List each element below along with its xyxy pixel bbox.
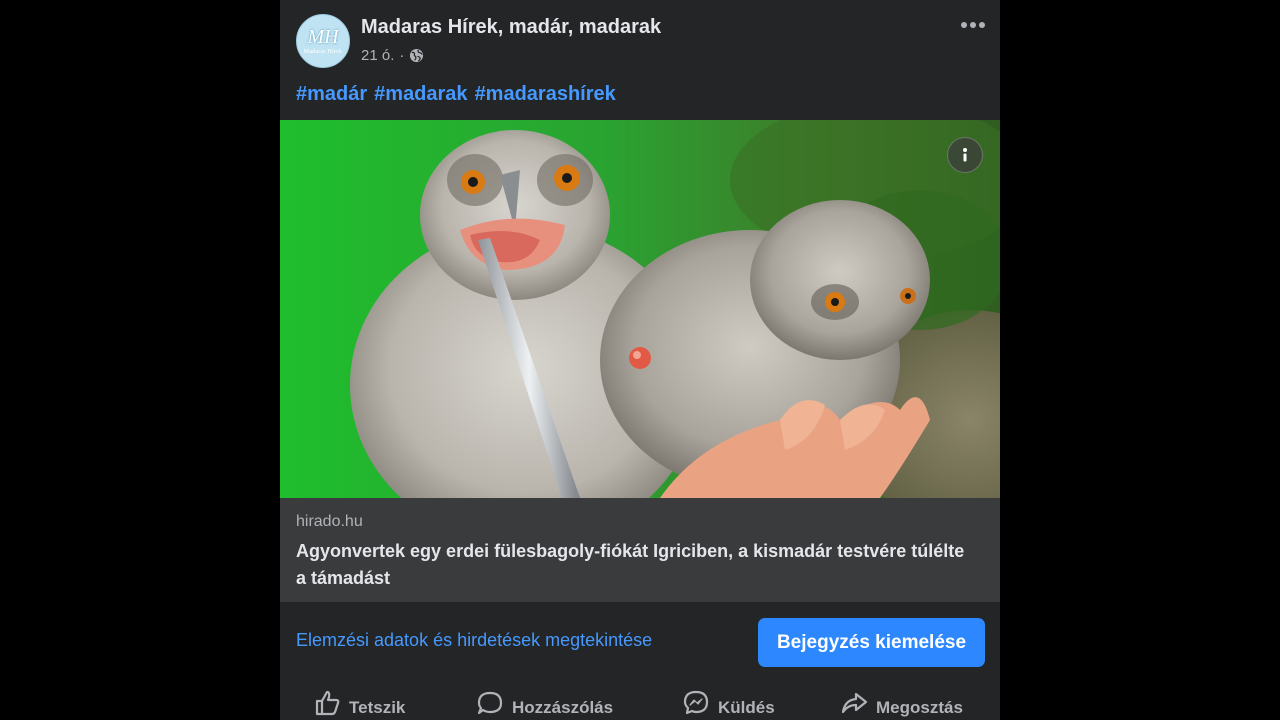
post-header: MH Madaras Hírek Madaras Hírek, madár, m… bbox=[280, 0, 1000, 75]
boost-post-button[interactable]: Bejegyzés kiemelése bbox=[758, 618, 985, 667]
hashtag-link[interactable]: #madarashírek bbox=[475, 83, 616, 106]
post-actions: Tetszik Hozzászólás Küldés Megosztás bbox=[280, 688, 1000, 720]
avatar-subtext: Madaras Hírek bbox=[303, 49, 343, 55]
comment-button[interactable]: Hozzászólás bbox=[476, 688, 613, 720]
like-label: Tetszik bbox=[349, 698, 406, 717]
post-photo[interactable] bbox=[280, 120, 1000, 498]
comment-label: Hozzászólás bbox=[512, 698, 614, 717]
link-preview-card[interactable]: hirado.hu Agyonvertek egy erdei fülesbag… bbox=[280, 498, 1000, 602]
hashtag-link[interactable]: #madarak bbox=[374, 83, 467, 106]
hashtag-link[interactable]: #madár bbox=[296, 83, 367, 106]
globe-icon bbox=[410, 48, 424, 62]
page-name[interactable]: Madaras Hírek, madár, madarak bbox=[361, 16, 661, 39]
more-dots-icon bbox=[961, 22, 985, 28]
comment-icon bbox=[477, 691, 503, 715]
post-meta: 21 ó. · bbox=[361, 46, 424, 64]
share-button[interactable]: Megosztás bbox=[840, 688, 963, 720]
share-label: Megosztás bbox=[876, 698, 963, 717]
more-options-button[interactable] bbox=[954, 12, 992, 38]
owl-chicks-image bbox=[280, 120, 1000, 498]
info-button[interactable] bbox=[947, 137, 983, 173]
hashtag-list: #madár #madarak #madarashírek bbox=[296, 83, 623, 106]
send-button[interactable]: Küldés bbox=[682, 688, 775, 720]
like-icon bbox=[315, 690, 340, 716]
insights-link[interactable]: Elemzési adatok és hirdetések megtekinté… bbox=[296, 630, 652, 651]
avatar-monogram: MH bbox=[307, 26, 339, 48]
like-button[interactable]: Tetszik bbox=[313, 688, 405, 720]
link-title[interactable]: Agyonvertek egy erdei fülesbagoly-fiókát… bbox=[296, 538, 976, 592]
send-label: Küldés bbox=[718, 698, 775, 717]
page-avatar[interactable]: MH Madaras Hírek bbox=[296, 14, 350, 68]
messenger-icon bbox=[683, 690, 709, 715]
share-icon bbox=[841, 692, 868, 714]
meta-separator: · bbox=[399, 46, 405, 64]
link-domain: hirado.hu bbox=[296, 513, 363, 530]
facebook-post: MH Madaras Hírek Madaras Hírek, madár, m… bbox=[280, 0, 1000, 720]
post-time[interactable]: 21 ó. bbox=[361, 47, 394, 64]
info-icon bbox=[963, 148, 967, 162]
